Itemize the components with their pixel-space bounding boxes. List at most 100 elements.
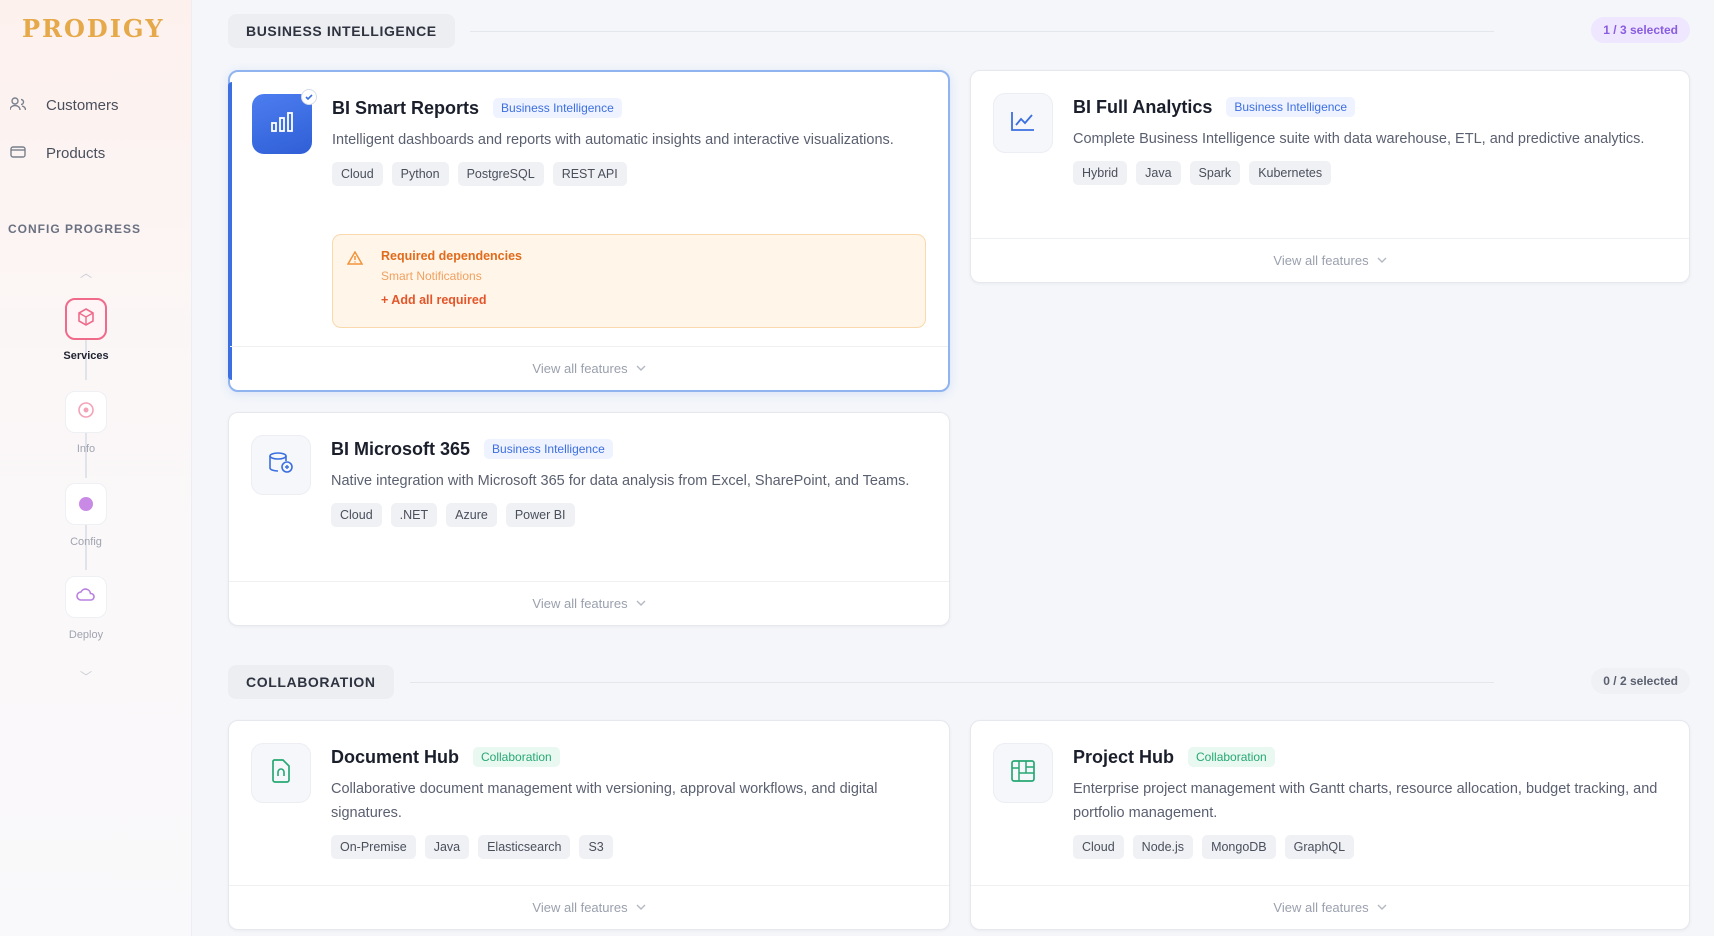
card-icon-container [251, 743, 311, 803]
view-all-features-label: View all features [532, 596, 628, 611]
service-card-bi-smart-reports[interactable]: BI Smart Reports Business Intelligence I… [228, 70, 950, 392]
dependencies-list: Smart Notifications [381, 269, 482, 283]
service-card-project-hub[interactable]: Project Hub Collaboration Enterprise pro… [970, 720, 1690, 930]
card-title: Document Hub [331, 746, 459, 767]
view-all-features-button[interactable]: View all features [971, 238, 1689, 282]
tech-tag: Azure [446, 503, 497, 527]
step-label-config: Config [70, 536, 102, 548]
selection-count-badge: 1 / 3 selected [1591, 17, 1690, 43]
step-deploy[interactable] [65, 576, 107, 618]
card-body: BI Smart Reports Business Intelligence I… [332, 96, 924, 186]
view-all-features-label: View all features [532, 361, 628, 376]
nav-item-label: Customers [46, 96, 119, 114]
card-description: Enterprise project management with Gantt… [1073, 781, 1658, 821]
card-title: BI Microsoft 365 [331, 438, 471, 459]
category-badge: Business Intelligence [484, 439, 613, 459]
card-title: BI Smart Reports [332, 97, 480, 118]
category-badge: Collaboration [1188, 747, 1275, 767]
tech-tag: .NET [390, 503, 438, 527]
stepper-connector [85, 432, 87, 478]
app-logo[interactable]: PRODIGY [22, 14, 165, 43]
database-link-icon [267, 450, 295, 481]
document-icon [270, 758, 292, 789]
tech-tag: Java [424, 835, 470, 859]
tech-tags: On-Premise Java Elasticsearch S3 [331, 835, 925, 859]
sidebar: PRODIGY Customers Products CONFIG PROGRE… [0, 0, 192, 936]
bar-chart-icon [269, 110, 295, 139]
view-all-features-button[interactable]: View all features [229, 885, 949, 929]
tech-tag: S3 [579, 835, 613, 859]
chevron-down-icon [636, 363, 646, 374]
card-title: BI Full Analytics [1073, 96, 1213, 117]
step-label-deploy: Deploy [68, 629, 104, 641]
service-card-bi-microsoft-365[interactable]: BI Microsoft 365 Business Intelligence N… [228, 412, 950, 626]
line-chart-icon [1010, 110, 1036, 137]
add-all-required-button[interactable]: + Add all required [381, 293, 486, 307]
tech-tag: Power BI [505, 503, 575, 527]
stepper-up-chevron-icon[interactable]: ︿ [72, 262, 100, 284]
users-icon [9, 96, 30, 114]
required-dependencies-alert: Required dependencies Smart Notification… [332, 234, 926, 328]
step-config[interactable] [65, 483, 107, 525]
view-all-features-label: View all features [532, 900, 628, 915]
view-all-features-label: View all features [1273, 253, 1369, 268]
tech-tag: Cloud [332, 162, 383, 186]
card-title: Project Hub [1073, 746, 1175, 767]
config-dot-icon [79, 497, 93, 511]
section-divider [470, 31, 1494, 32]
tech-tag: Cloud [1073, 835, 1124, 859]
card-description: Native integration with Microsoft 365 fo… [331, 473, 910, 489]
tech-tag: Hybrid [1073, 161, 1128, 185]
nav-item-products[interactable]: Products [10, 141, 105, 165]
nav-item-label: Products [46, 144, 106, 162]
tech-tag: PostgreSQL [457, 162, 544, 186]
cube-icon [76, 307, 96, 332]
category-badge: Business Intelligence [493, 98, 622, 118]
card-icon-container [251, 435, 311, 495]
card-description: Collaborative document management with v… [331, 781, 878, 821]
stepper-down-chevron-icon[interactable]: ﹀ [72, 666, 100, 688]
card-description: Intelligent dashboards and reports with … [332, 132, 894, 148]
chevron-down-icon [636, 902, 646, 913]
tech-tag: GraphQL [1284, 835, 1355, 859]
card-icon-container [993, 93, 1053, 153]
selected-check-icon [301, 89, 317, 105]
step-services[interactable] [65, 298, 107, 340]
view-all-features-button[interactable]: View all features [230, 346, 948, 390]
config-progress-label: CONFIG PROGRESS [8, 222, 142, 236]
section-divider [410, 682, 1494, 683]
section-title: BUSINESS INTELLIGENCE [246, 23, 437, 39]
category-badge: Collaboration [473, 747, 560, 767]
card-icon-container [252, 89, 317, 154]
tech-tag: Elasticsearch [478, 835, 571, 859]
tech-tag: Node.js [1132, 835, 1194, 859]
card-body: Project Hub Collaboration Enterprise pro… [1073, 745, 1665, 859]
tech-tag: Spark [1189, 161, 1241, 185]
kanban-icon [1010, 759, 1036, 788]
step-info[interactable] [65, 391, 107, 433]
tech-tags: Cloud .NET Azure Power BI [331, 503, 925, 527]
view-all-features-label: View all features [1273, 900, 1369, 915]
cloud-icon [76, 587, 96, 608]
selection-count-badge: 0 / 2 selected [1591, 668, 1690, 694]
step-label-services: Services [63, 350, 109, 362]
service-card-bi-full-analytics[interactable]: BI Full Analytics Business Intelligence … [970, 70, 1690, 283]
nav-item-customers[interactable]: Customers [9, 93, 119, 117]
card-icon-container [993, 743, 1053, 803]
card-body: BI Microsoft 365 Business Intelligence N… [331, 437, 925, 527]
category-badge: Business Intelligence [1226, 97, 1356, 117]
view-all-features-button[interactable]: View all features [971, 885, 1689, 929]
dependencies-title: Required dependencies [381, 249, 523, 263]
view-all-features-button[interactable]: View all features [229, 581, 949, 625]
card-description: Complete Business Intelligence suite wit… [1073, 131, 1645, 147]
tech-tag: Kubernetes [1249, 161, 1332, 185]
service-card-document-hub[interactable]: Document Hub Collaboration Collaborative… [228, 720, 950, 930]
tech-tag: On-Premise [331, 835, 416, 859]
info-icon [77, 401, 95, 424]
step-label-info: Info [76, 443, 96, 455]
box-icon [10, 145, 30, 162]
section-header-business-intelligence: BUSINESS INTELLIGENCE [228, 14, 455, 48]
card-body: BI Full Analytics Business Intelligence … [1073, 95, 1665, 185]
tech-tags: Hybrid Java Spark Kubernetes [1073, 161, 1665, 185]
card-body: Document Hub Collaboration Collaborative… [331, 745, 925, 859]
